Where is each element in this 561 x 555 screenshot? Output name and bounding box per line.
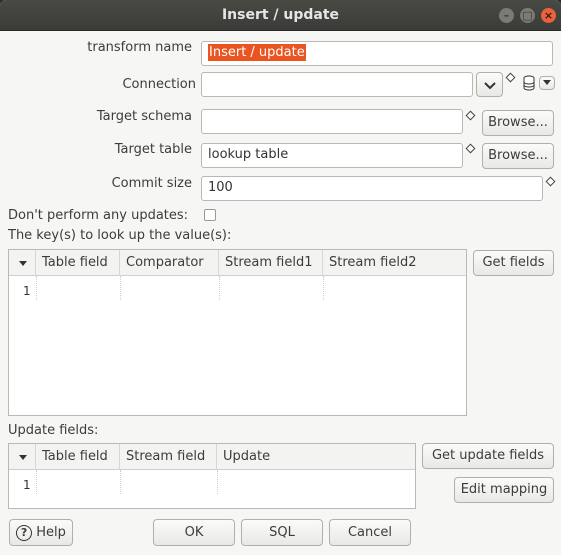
target-schema-browse-button[interactable]: Browse... xyxy=(482,110,554,136)
minimize-icon[interactable]: – xyxy=(499,8,514,23)
get-fields-button[interactable]: Get fields xyxy=(473,250,554,276)
title-bar: Insert / update – □ × xyxy=(0,0,561,31)
database-icon[interactable] xyxy=(523,75,535,91)
insert-update-dialog: Insert / update – □ × transform name Ins… xyxy=(0,0,561,555)
variable-icon xyxy=(545,176,556,187)
no-updates-label: Don't perform any updates: xyxy=(8,208,189,223)
grid-line xyxy=(323,276,324,300)
keys-label: The key(s) to look up the value(s): xyxy=(8,228,232,243)
keys-table-header: Table field Comparator Stream field1 Str… xyxy=(9,250,466,276)
grid-line xyxy=(219,276,220,300)
close-icon[interactable]: × xyxy=(541,8,556,23)
cancel-button[interactable]: Cancel xyxy=(329,519,411,546)
variable-icon xyxy=(465,143,476,154)
keys-table[interactable]: Table field Comparator Stream field1 Str… xyxy=(8,249,467,416)
column-header[interactable]: Stream field xyxy=(120,444,217,470)
ok-button[interactable]: OK xyxy=(153,519,235,546)
column-header[interactable]: Update xyxy=(217,444,415,470)
target-table-value: lookup table xyxy=(208,147,289,162)
target-schema-input[interactable] xyxy=(201,109,463,134)
update-table-header: Table field Stream field Update xyxy=(9,444,415,470)
variable-icon xyxy=(465,110,476,121)
edit-mapping-button[interactable]: Edit mapping xyxy=(454,477,554,503)
column-header[interactable]: Stream field1 xyxy=(219,250,323,276)
target-table-label: Target table xyxy=(114,142,192,157)
table-row-number: 1 xyxy=(23,284,31,298)
update-fields-label: Update fields: xyxy=(8,423,99,438)
chevron-down-icon xyxy=(483,82,496,90)
column-header[interactable]: Table field xyxy=(36,444,120,470)
column-header[interactable]: Stream field2 xyxy=(323,250,466,276)
variable-icon xyxy=(505,72,516,83)
row-sort-header[interactable] xyxy=(9,444,36,470)
grid-line xyxy=(36,276,37,300)
grid-line xyxy=(120,276,121,300)
sql-button[interactable]: SQL xyxy=(241,519,323,546)
target-table-browse-button[interactable]: Browse... xyxy=(482,143,554,169)
target-schema-label: Target schema xyxy=(96,109,192,124)
chevron-down-icon xyxy=(543,80,551,85)
database-options-button[interactable] xyxy=(539,76,555,90)
transform-name-label: transform name xyxy=(87,40,192,55)
help-label: Help xyxy=(36,525,66,540)
window-title: Insert / update xyxy=(221,7,340,23)
target-table-input[interactable]: lookup table xyxy=(201,143,463,168)
update-fields-table[interactable]: Table field Stream field Update 1 xyxy=(8,443,416,509)
transform-name-input[interactable]: Insert / update xyxy=(201,41,553,66)
grid-line xyxy=(217,470,218,494)
grid-line xyxy=(36,470,37,494)
maximize-icon[interactable]: □ xyxy=(520,8,535,23)
connection-dropdown-button[interactable] xyxy=(476,72,503,97)
commit-size-input[interactable]: 100 xyxy=(201,176,543,201)
help-button[interactable]: ? Help xyxy=(9,519,73,546)
connection-label: Connection xyxy=(122,77,196,92)
row-sort-header[interactable] xyxy=(9,250,36,276)
column-header[interactable]: Comparator xyxy=(120,250,219,276)
transform-name-value: Insert / update xyxy=(208,44,306,61)
sort-triangle-icon xyxy=(19,455,27,460)
connection-select[interactable] xyxy=(201,72,473,97)
get-update-fields-button[interactable]: Get update fields xyxy=(422,443,554,469)
commit-size-label: Commit size xyxy=(111,176,192,191)
help-icon: ? xyxy=(16,524,33,541)
sort-triangle-icon xyxy=(19,261,27,266)
column-header[interactable]: Table field xyxy=(36,250,120,276)
grid-line xyxy=(120,470,121,494)
table-row-number: 1 xyxy=(23,478,31,492)
commit-size-value: 100 xyxy=(208,180,233,195)
no-updates-checkbox[interactable] xyxy=(204,209,216,221)
